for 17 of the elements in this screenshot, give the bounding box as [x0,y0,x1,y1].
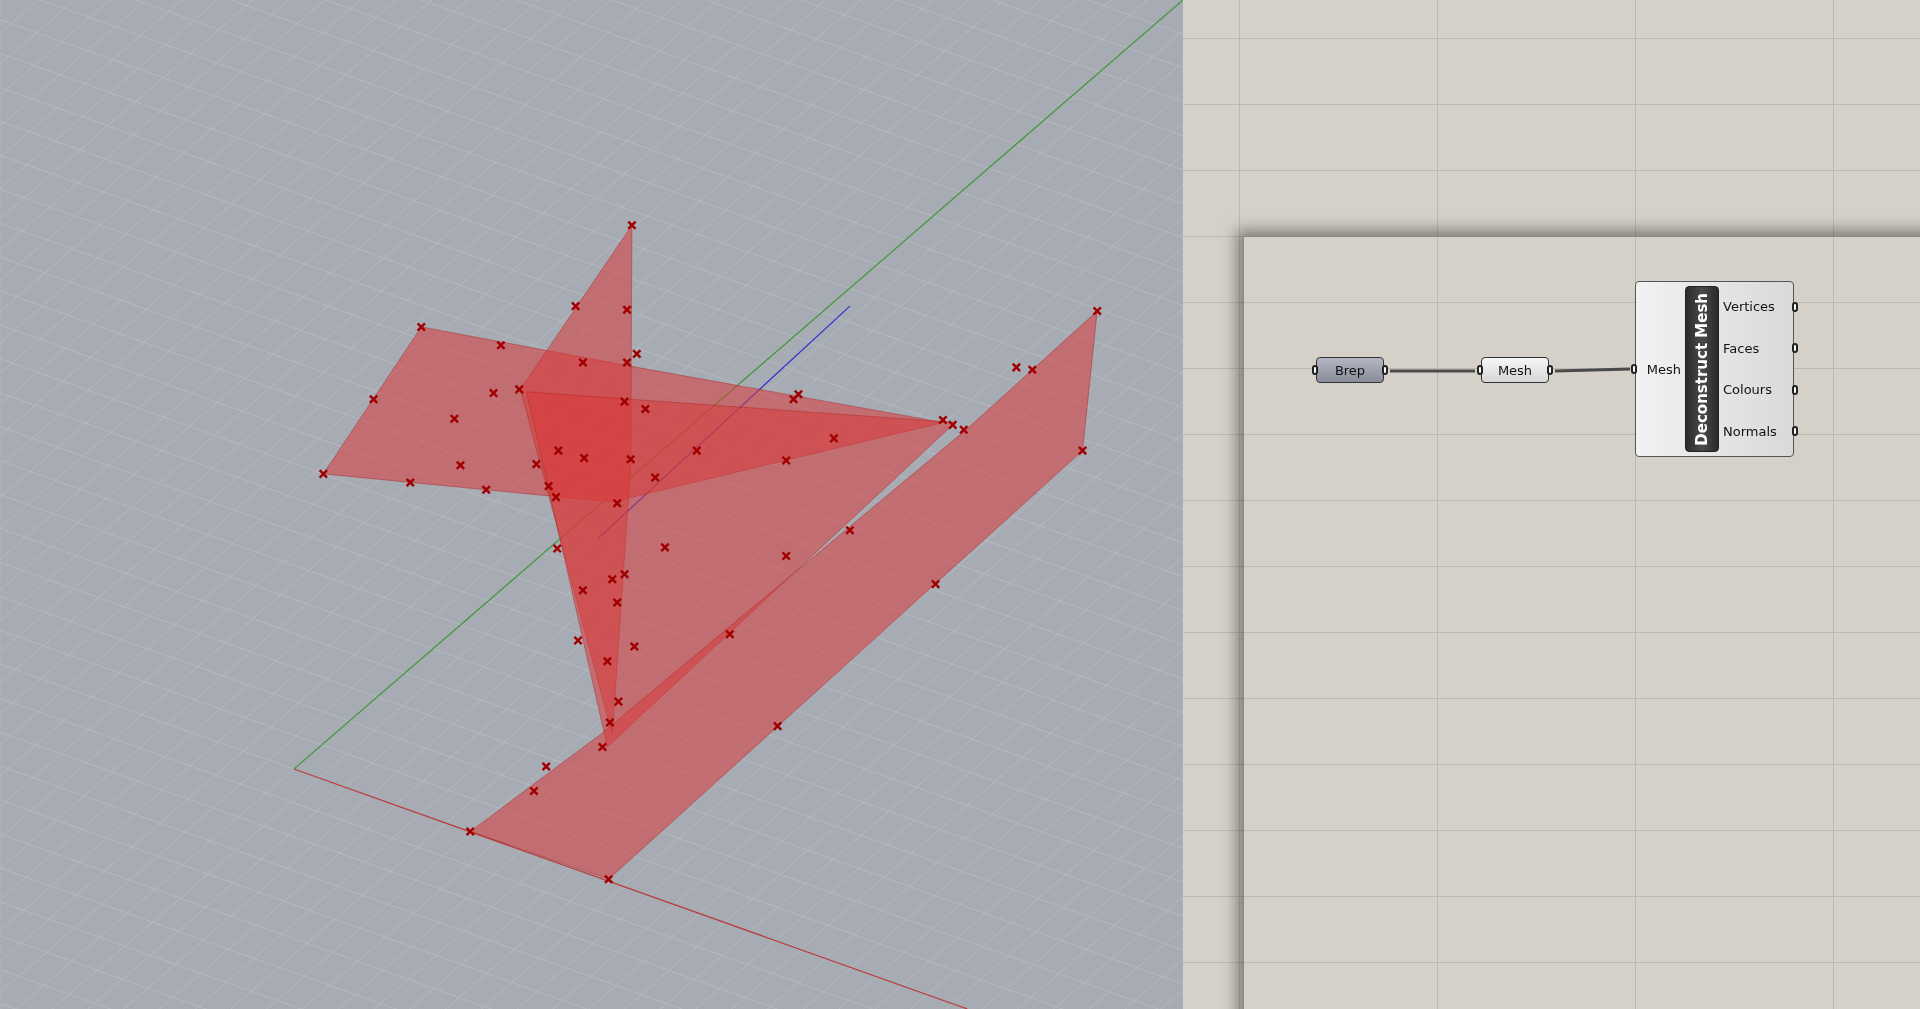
output-port-icon[interactable] [1547,365,1553,375]
output-label: Vertices [1723,299,1775,315]
output-port-icon[interactable] [1792,343,1798,354]
output-label: Colours [1723,382,1772,398]
input-label: Mesh [1646,361,1681,377]
output-port-icon[interactable] [1792,426,1798,437]
input-port-icon[interactable] [1312,365,1318,375]
param-label: Mesh [1497,362,1533,378]
output-port-icon[interactable] [1792,301,1798,312]
input-port-icon[interactable] [1631,364,1637,374]
output-port-icon[interactable] [1382,365,1388,375]
param-label: Brep [1334,362,1366,378]
input-port-icon[interactable] [1477,365,1483,375]
output-label: Normals [1723,423,1777,439]
output-port-icon[interactable] [1792,384,1798,395]
output-label: Faces [1723,340,1760,356]
component-title: Deconstruct Mesh [1685,286,1719,452]
